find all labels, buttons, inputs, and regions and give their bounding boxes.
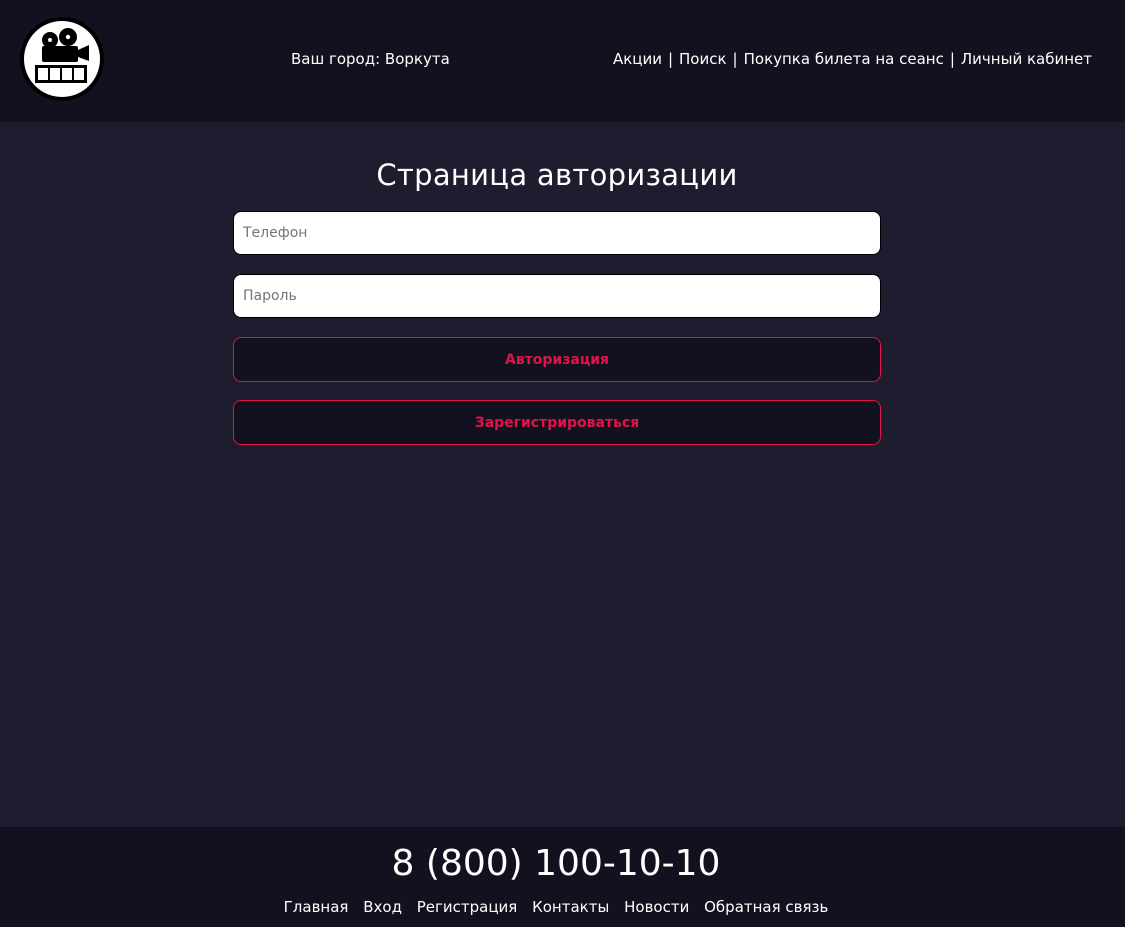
register-button[interactable]: Зарегистрироваться: [233, 400, 881, 445]
footer-link-home[interactable]: Главная: [284, 898, 349, 916]
login-button[interactable]: Авторизация: [233, 337, 881, 382]
password-input[interactable]: [233, 274, 881, 318]
city-label: Ваш город: Воркута: [291, 50, 450, 68]
nav-link-promotions[interactable]: Акции: [613, 50, 662, 68]
footer-link-contacts[interactable]: Контакты: [532, 898, 609, 916]
footer-link-register[interactable]: Регистрация: [417, 898, 518, 916]
nav-separator: |: [667, 50, 674, 68]
film-camera-icon[interactable]: [18, 15, 106, 103]
footer-link-login[interactable]: Вход: [363, 898, 402, 916]
contact-phone: 8 (800) 100-10-10: [391, 843, 721, 884]
site-footer: 8 (800) 100-10-10 Главная Вход Регистрац…: [0, 827, 1125, 927]
footer-link-news[interactable]: Новости: [624, 898, 689, 916]
nav-link-search[interactable]: Поиск: [679, 50, 727, 68]
page-title: Страница авторизации: [376, 158, 738, 192]
top-navigation: Акции | Поиск | Покупка билета на сеанс | Личн…: [613, 50, 1092, 68]
nav-link-account[interactable]: Личный кабинет: [961, 50, 1092, 68]
site-header: Ваш город: Воркута Акции | Поиск | Покупка б…: [0, 0, 1125, 122]
nav-separator: |: [949, 50, 955, 68]
auth-page: Страница авторизации Авторизация Зарегис…: [0, 122, 1125, 827]
nav-separator: |: [732, 50, 738, 68]
footer-navigation: Главная Вход Регистрация Контакты Новост…: [0, 898, 1112, 916]
nav-link-buy-ticket[interactable]: Покупка билета на сеанс: [744, 50, 944, 68]
phone-input[interactable]: [233, 211, 881, 255]
footer-link-feedback[interactable]: Обратная связь: [704, 898, 828, 916]
